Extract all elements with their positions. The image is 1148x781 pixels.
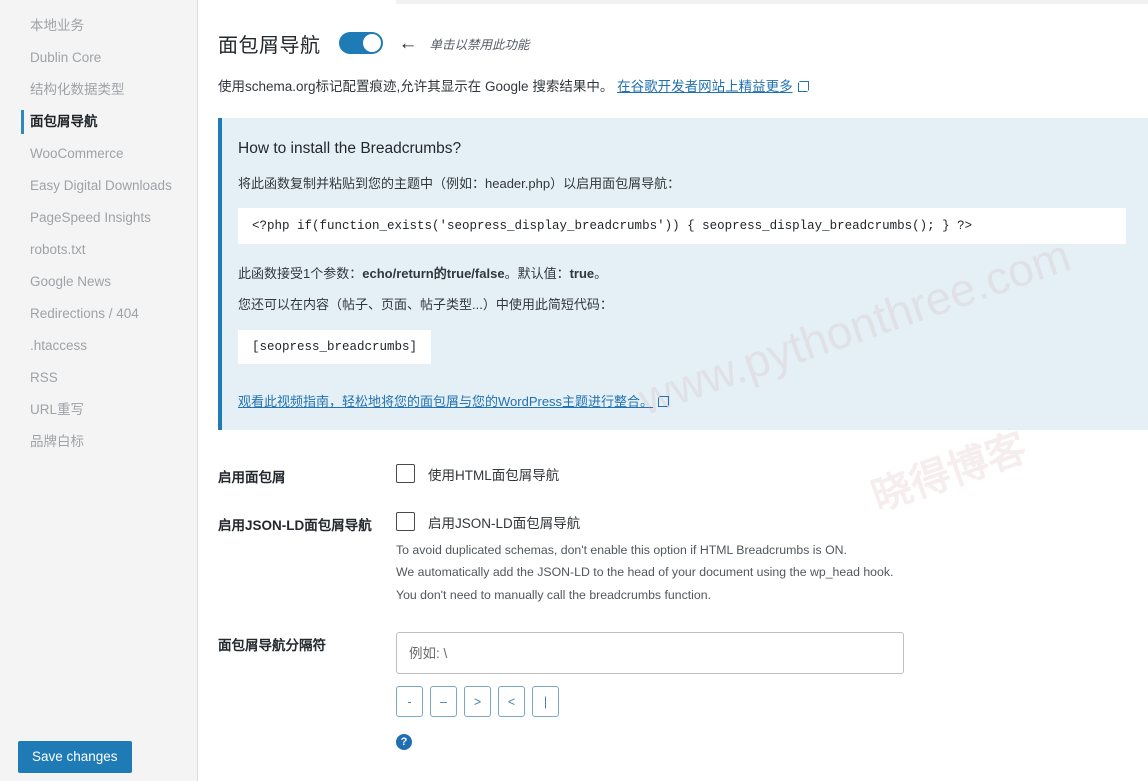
- toggle-knob: [362, 34, 381, 52]
- notice-p2-bold-2: true: [569, 266, 595, 282]
- enable-breadcrumbs-label: 启用面包屑: [218, 469, 286, 485]
- separator-button-hyphen[interactable]: -: [396, 686, 423, 718]
- jsonld-help-line-1: To avoid duplicated schemas, don't enabl…: [396, 542, 847, 557]
- notice-paragraph-2: 此函数接受1个参数：echo/return的true/false。默认值：tru…: [238, 264, 1126, 285]
- video-guide-line: 观看此视频指南，轻松地将您的面包屑与您的WordPress主题进行整合。: [238, 391, 1126, 410]
- sidebar-item-local-business[interactable]: 本地业务: [0, 10, 197, 42]
- question-mark-icon[interactable]: ?: [396, 734, 412, 751]
- sidebar-item-rss[interactable]: RSS: [0, 362, 197, 394]
- sidebar-item-structured-data-types[interactable]: 结构化数据类型: [0, 74, 197, 106]
- sidebar-item-label: WooCommerce: [30, 146, 124, 161]
- sidebar-item-label: 结构化数据类型: [30, 82, 125, 97]
- sidebar-item-url-rewrite[interactable]: URL重写: [0, 394, 197, 426]
- separator-button-less-than[interactable]: <: [498, 686, 525, 718]
- sidebar-item-label: .htaccess: [30, 338, 88, 353]
- main-inner: 面包屑导航 ← 单击以禁用此功能 使用schema.org标记配置痕迹,允许其显…: [198, 0, 1148, 751]
- video-guide-link[interactable]: 观看此视频指南，轻松地将您的面包屑与您的WordPress主题进行整合。: [238, 394, 653, 409]
- php-snippet-code-block[interactable]: <?php if(function_exists('seopress_displ…: [238, 208, 1126, 245]
- sidebar-item-white-label[interactable]: 品牌白标: [0, 426, 197, 458]
- setting-row-enable-jsonld: 启用JSON-LD面包屑导航 启用JSON-LD面包屑导航 To avoid d…: [218, 512, 1118, 606]
- arrow-left-icon: ←: [398, 32, 418, 54]
- enable-jsonld-label: 启用JSON-LD面包屑导航: [218, 517, 372, 533]
- sidebar-item-label: PageSpeed Insights: [30, 210, 151, 225]
- use-html-breadcrumbs-label: 使用HTML面包屑导航: [428, 467, 560, 483]
- sidebar-item-label: RSS: [30, 370, 58, 385]
- sidebar-item-label: 本地业务: [30, 18, 84, 33]
- google-developers-link[interactable]: 在谷歌开发者网站上精益更多: [617, 79, 793, 94]
- separator-button-endash[interactable]: –: [430, 686, 457, 718]
- separator-quick-buttons: - – > < |: [396, 686, 1118, 718]
- sidebar-item-label: URL重写: [30, 402, 85, 417]
- sidebar-item-google-news[interactable]: Google News: [0, 266, 197, 298]
- use-html-breadcrumbs-checkbox[interactable]: [396, 464, 415, 484]
- notice-paragraph-3: 您还可以在内容（帖子、页面、帖子类型...）中使用此简短代码：: [238, 297, 613, 313]
- enable-jsonld-field: 启用JSON-LD面包屑导航 To avoid duplicated schem…: [396, 512, 1118, 606]
- separator-button-greater-than[interactable]: >: [464, 686, 491, 718]
- sidebar-item-label: robots.txt: [30, 242, 86, 257]
- separator-button-pipe[interactable]: |: [532, 686, 559, 718]
- sidebar-item-pagespeed-insights[interactable]: PageSpeed Insights: [0, 202, 197, 234]
- sidebar-item-breadcrumbs[interactable]: 面包屑导航: [0, 106, 197, 138]
- external-link-icon: [658, 395, 670, 407]
- sidebar-item-label: 品牌白标: [30, 434, 84, 449]
- sidebar-item-woocommerce[interactable]: WooCommerce: [0, 138, 197, 170]
- intro-paragraph: 使用schema.org标记配置痕迹,允许其显示在 Google 搜索结果中。 …: [218, 76, 1118, 98]
- enable-jsonld-checkbox-line: 启用JSON-LD面包屑导航: [396, 512, 1118, 532]
- main-content: www.pythonthree.com 晓得博客 面包屑导航 ← 单击以禁用此功…: [198, 0, 1148, 781]
- enable-jsonld-checkbox-label: 启用JSON-LD面包屑导航: [428, 515, 581, 531]
- enable-breadcrumbs-field: 使用HTML面包屑导航: [396, 464, 1118, 484]
- save-changes-wrap: Save changes: [18, 740, 132, 773]
- sidebar-item-dublin-core[interactable]: Dublin Core: [0, 42, 197, 74]
- separator-label: 面包屑导航分隔符: [218, 638, 326, 654]
- toggle-hint-text: 单击以禁用此功能: [429, 37, 530, 52]
- notice-heading: How to install the Breadcrumbs?: [238, 139, 462, 157]
- enable-breadcrumbs-checkbox-line: 使用HTML面包屑导航: [396, 464, 1118, 484]
- page-title: 面包屑导航: [218, 34, 321, 57]
- enable-jsonld-help-text: To avoid duplicated schemas, don't enabl…: [396, 539, 1118, 606]
- setting-row-enable-breadcrumbs: 启用面包屑 使用HTML面包屑导航: [218, 464, 1118, 486]
- app-root: 本地业务 Dublin Core 结构化数据类型 面包屑导航 WooCommer…: [0, 0, 1148, 781]
- sidebar-item-robots-txt[interactable]: robots.txt: [0, 234, 197, 266]
- sidebar-item-label: Dublin Core: [30, 50, 102, 65]
- sidebar-item-label: 面包屑导航: [30, 114, 98, 129]
- intro-text: 使用schema.org标记配置痕迹,允许其显示在 Google 搜索结果中。: [218, 79, 614, 94]
- separator-field: - – > < | ?: [396, 632, 1118, 751]
- notice-p2-end: 。: [594, 266, 608, 282]
- feature-toggle-switch[interactable]: [338, 32, 383, 54]
- notice-p2-mid: 。默认值：: [504, 266, 570, 282]
- notice-p2-pre: 此函数接受1个参数：: [238, 266, 363, 282]
- enable-jsonld-checkbox[interactable]: [396, 512, 415, 532]
- install-notice-box: How to install the Breadcrumbs? 将此函数复制并粘…: [218, 117, 1148, 430]
- sidebar-item-label: Google News: [30, 274, 112, 289]
- jsonld-help-line-3: You don't need to manually call the brea…: [396, 587, 711, 602]
- setting-row-separator: 面包屑导航分隔符 - – > < | ?: [218, 632, 1118, 751]
- shortcode-code-block[interactable]: [seopress_breadcrumbs]: [238, 329, 432, 364]
- jsonld-help-line-2: We automatically add the JSON-LD to the …: [396, 565, 894, 580]
- save-changes-button[interactable]: Save changes: [18, 740, 132, 773]
- sidebar-item-easy-digital-downloads[interactable]: Easy Digital Downloads: [0, 170, 197, 202]
- sidebar-item-label: Redirections / 404: [30, 306, 139, 321]
- notice-p2-bold-1: echo/return的true/false: [362, 266, 505, 282]
- sidebar-item-label: Easy Digital Downloads: [30, 178, 172, 193]
- top-strip: [396, 0, 1148, 4]
- page-header: 面包屑导航 ← 单击以禁用此功能: [218, 26, 1118, 60]
- sidebar-item-htaccess[interactable]: .htaccess: [0, 330, 197, 362]
- external-link-icon: [797, 81, 809, 92]
- sidebar-nav-list: 本地业务 Dublin Core 结构化数据类型 面包屑导航 WooCommer…: [0, 10, 197, 458]
- sidebar-item-redirections-404[interactable]: Redirections / 404: [0, 298, 197, 330]
- separator-input[interactable]: [396, 632, 904, 675]
- sidebar: 本地业务 Dublin Core 结构化数据类型 面包屑导航 WooCommer…: [0, 0, 198, 781]
- notice-paragraph-1: 将此函数复制并粘贴到您的主题中（例如：header.php）以启用面包屑导航：: [238, 175, 681, 191]
